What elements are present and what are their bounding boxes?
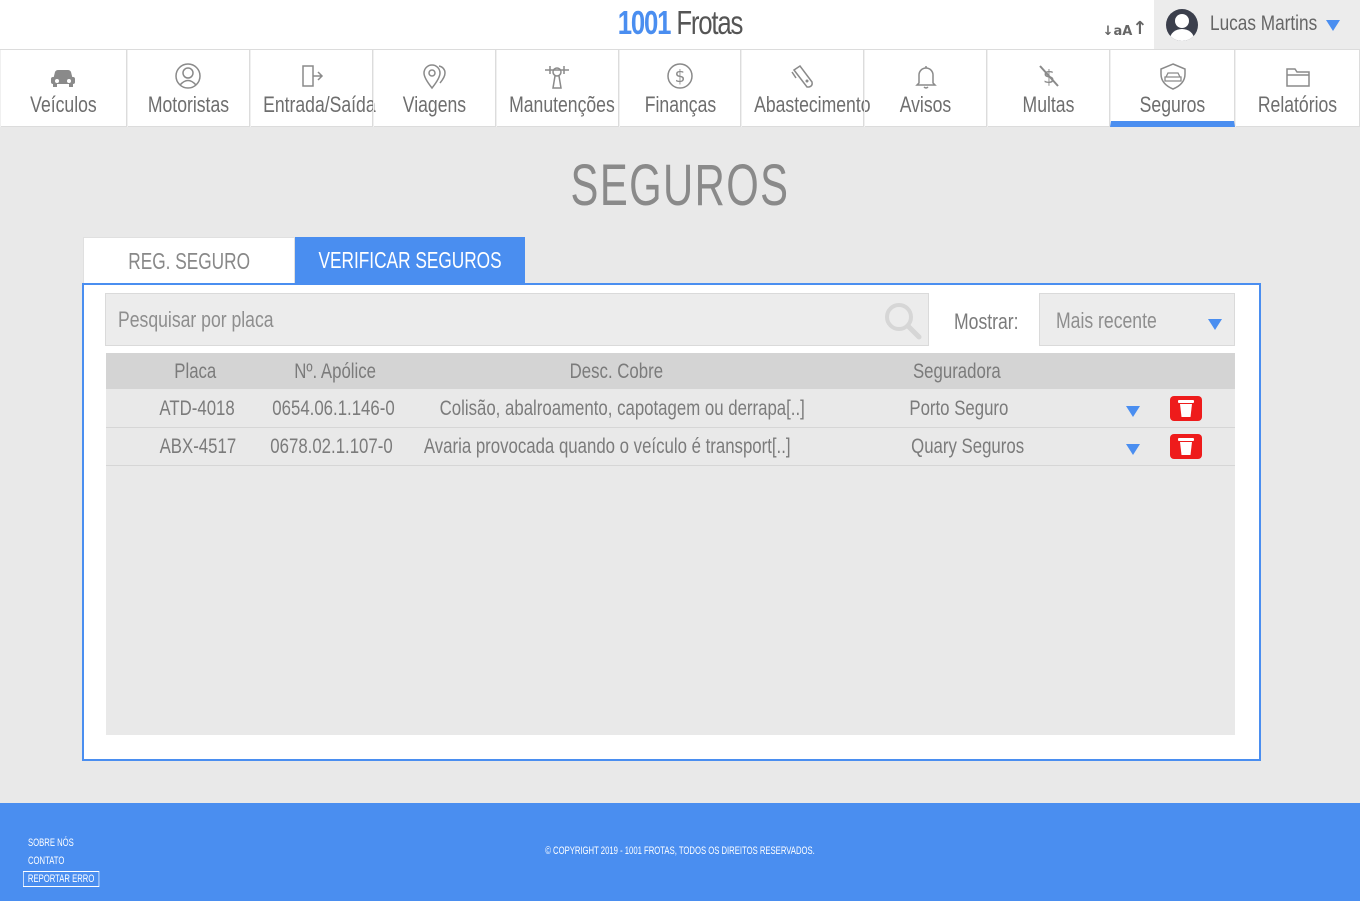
dollar-icon: $ xyxy=(665,62,695,90)
font-decrease-label: ↓aA xyxy=(1102,24,1133,39)
footer-link-about[interactable]: SOBRE NÓS xyxy=(28,837,74,849)
nav-label-veiculos: Veículos xyxy=(30,92,97,117)
avatar xyxy=(1166,9,1198,41)
nav-item-seguros[interactable]: Seguros xyxy=(1110,50,1236,127)
sort-label: Mostrar: xyxy=(954,309,1019,334)
delete-button[interactable] xyxy=(1170,396,1202,421)
nav-item-motoristas[interactable]: Motoristas xyxy=(126,50,250,127)
chevron-down-icon xyxy=(1208,319,1222,330)
cell-apolice: 0654.06.1.146-0 xyxy=(272,397,395,420)
table-header: Placa Nº. Apólice Desc. Cobre Seguradora xyxy=(106,353,1235,389)
sort-select-value: Mais recente xyxy=(1056,308,1157,333)
nav-label-financas: Finanças xyxy=(644,92,716,117)
cell-apolice: 0678.02.1.107-0 xyxy=(270,435,393,458)
folder-icon xyxy=(1283,62,1313,90)
font-increase-label: ↑ xyxy=(1132,18,1148,39)
tab-verificar-seguros[interactable]: VERIFICAR SEGUROS xyxy=(295,237,525,284)
column-header-apolice: Nº. Apólice xyxy=(294,360,377,383)
column-header-placa: Placa xyxy=(174,360,217,383)
logo-number: 1001 xyxy=(617,4,672,41)
nav-label-abastecimento: Abastecimento xyxy=(754,92,871,117)
driver-icon xyxy=(173,62,203,90)
nav-label-relatorios: Relatórios xyxy=(1257,92,1338,117)
trash-icon xyxy=(1178,438,1194,455)
nav-label-manutencoes: Manutenções xyxy=(508,92,615,117)
bell-icon xyxy=(911,62,941,90)
fine-icon: $ xyxy=(1034,62,1064,90)
column-header-desc: Desc. Cobre xyxy=(569,360,664,383)
search-box xyxy=(105,293,929,346)
nav-item-avisos[interactable]: Avisos xyxy=(864,50,988,127)
user-menu[interactable]: Lucas Martins xyxy=(1154,0,1360,50)
nav-item-entrada-saida[interactable]: Entrada/Saída xyxy=(249,50,376,127)
cell-desc: Colisão, abalroamento, capotagem ou derr… xyxy=(439,397,805,420)
font-size-toggle-button[interactable]: ↓aA ↑ xyxy=(1102,13,1148,39)
nav-item-abastecimento[interactable]: Abastecimento xyxy=(741,50,871,127)
main-nav: Veículos Motoristas Entrada/Saída Viagen… xyxy=(0,49,1360,127)
user-name: Lucas Martins xyxy=(1210,12,1318,35)
trash-icon xyxy=(1178,400,1194,417)
expand-row-icon[interactable] xyxy=(1126,406,1140,417)
delete-button[interactable] xyxy=(1170,434,1202,459)
wrench-icon xyxy=(542,62,572,90)
footer-link-contact[interactable]: CONTATO xyxy=(28,855,64,867)
nav-label-avisos: Avisos xyxy=(900,92,952,117)
insurance-table: Placa Nº. Apólice Desc. Cobre Seguradora… xyxy=(106,353,1235,735)
copyright-text: © COPYRIGHT 2019 - 1001 FROTAS, TODOS OS… xyxy=(545,845,815,857)
insurance-panel: Mostrar: Mais recente Placa Nº. Apólice … xyxy=(82,283,1261,761)
cell-seguradora: Porto Seguro xyxy=(909,397,1009,420)
svg-text:$: $ xyxy=(675,67,686,87)
sort-select[interactable]: Mais recente xyxy=(1039,293,1235,346)
nav-item-relatorios[interactable]: Relatórios xyxy=(1235,50,1360,127)
insurance-icon xyxy=(1158,62,1188,90)
top-header: 1001 Frotas ↓aA ↑ Lucas Martins xyxy=(0,0,1360,50)
nav-label-viagens: Viagens xyxy=(402,92,466,117)
nav-item-multas[interactable]: $ Multas xyxy=(987,50,1111,127)
footer: SOBRE NÓS CONTATO REPORTAR ERRO © COPYRI… xyxy=(0,803,1360,901)
nav-item-viagens[interactable]: Viagens xyxy=(372,50,496,127)
search-input[interactable] xyxy=(118,306,710,334)
table-row[interactable]: ABX-4517 0678.02.1.107-0 Avaria provocad… xyxy=(106,428,1235,466)
column-header-seguradora: Seguradora xyxy=(912,360,1001,383)
tab-verificar-seguros-label: VERIFICAR SEGUROS xyxy=(318,247,502,273)
fuel-nozzle-icon xyxy=(788,62,818,90)
search-icon[interactable] xyxy=(882,301,924,341)
tab-reg-seguro[interactable]: REG. SEGURO xyxy=(83,237,295,284)
cell-placa: ATD-4018 xyxy=(159,397,235,420)
nav-item-veiculos[interactable]: Veículos xyxy=(0,50,127,127)
nav-label-entrada-saida: Entrada/Saída xyxy=(262,92,376,117)
door-exit-icon xyxy=(296,62,326,90)
report-error-button[interactable]: REPORTAR ERRO xyxy=(23,871,100,887)
nav-label-multas: Multas xyxy=(1022,92,1075,117)
nav-item-financas[interactable]: $ Finanças xyxy=(618,50,742,127)
cell-seguradora: Quary Seguros xyxy=(911,435,1025,458)
expand-row-icon[interactable] xyxy=(1126,444,1140,455)
logo-name: Frotas xyxy=(670,4,743,41)
map-pins-icon xyxy=(419,62,449,90)
cell-desc: Avaria provocada quando o veículo é tran… xyxy=(423,435,791,458)
nav-label-seguros: Seguros xyxy=(1139,92,1206,117)
app-logo[interactable]: 1001 Frotas xyxy=(150,4,1211,42)
nav-item-manutencoes[interactable]: Manutenções xyxy=(495,50,619,127)
car-icon xyxy=(48,62,78,90)
nav-label-motoristas: Motoristas xyxy=(147,92,229,117)
cell-placa: ABX-4517 xyxy=(159,435,237,458)
tab-reg-seguro-label: REG. SEGURO xyxy=(128,247,250,274)
chevron-down-icon[interactable] xyxy=(1326,20,1340,31)
table-row[interactable]: ATD-4018 0654.06.1.146-0 Colisão, abalro… xyxy=(106,390,1235,428)
page-title: SEGUROS xyxy=(570,153,790,218)
